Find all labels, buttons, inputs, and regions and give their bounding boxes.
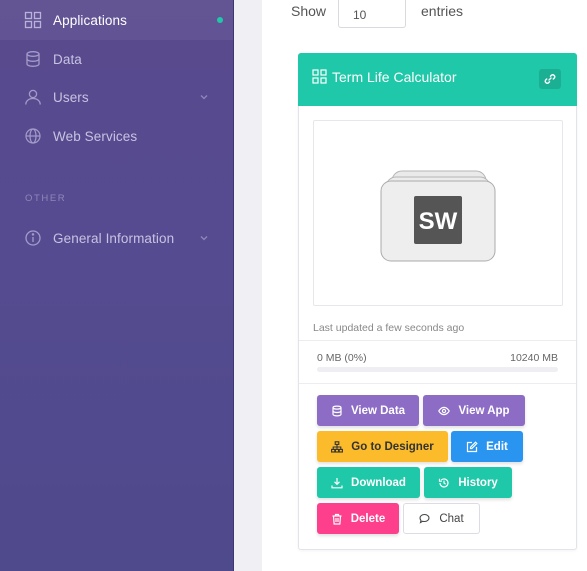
sw-logo-text: SW xyxy=(419,208,458,235)
view-data-label: View Data xyxy=(350,404,406,417)
database-icon xyxy=(332,404,342,417)
view-app-button[interactable]: View App xyxy=(423,395,525,426)
sitemap-icon xyxy=(331,440,344,453)
section-title-other: OTHER xyxy=(25,193,67,204)
content-gutter xyxy=(234,0,262,571)
go-to-designer-button[interactable]: Go to Designer xyxy=(317,431,448,462)
chevron-down-icon xyxy=(200,95,208,100)
download-label: Download xyxy=(351,476,406,489)
grid-icon xyxy=(312,69,327,84)
eye-icon xyxy=(438,406,451,415)
history-label: History xyxy=(458,476,498,489)
history-icon xyxy=(439,477,449,488)
sidebar-item-label: Data xyxy=(53,51,82,67)
view-data-button[interactable]: View Data xyxy=(317,395,419,426)
download-icon xyxy=(331,477,343,488)
entries-label: entries xyxy=(421,3,464,19)
sidebar-item-general-information[interactable]: General Information xyxy=(0,218,233,258)
download-button[interactable]: Download xyxy=(317,467,420,498)
last-updated: Last updated a few seconds ago xyxy=(313,322,465,334)
sidebar-item-users[interactable]: Users xyxy=(0,77,233,117)
chat-label: Chat xyxy=(439,512,464,525)
storage-max: 10240 MB xyxy=(510,352,558,364)
sidebar-item-data[interactable]: Data xyxy=(0,39,233,79)
info-icon xyxy=(25,230,41,246)
go-to-designer-label: Go to Designer xyxy=(351,440,434,453)
main-content: Show 10 entries Term Life Calculator SW … xyxy=(262,0,587,571)
storage-progress-bar xyxy=(317,367,558,372)
trash-icon xyxy=(332,513,342,525)
card-title: Term Life Calculator xyxy=(332,69,457,85)
storage-used: 0 MB (0%) xyxy=(317,352,367,364)
divider xyxy=(299,340,576,341)
sidebar-item-web-services[interactable]: Web Services xyxy=(0,116,233,156)
sidebar-item-label: Users xyxy=(53,89,89,105)
grid-icon xyxy=(24,11,42,29)
app-preview[interactable]: SW xyxy=(313,120,563,306)
user-icon xyxy=(25,89,41,105)
active-indicator xyxy=(217,17,223,23)
card-header: Term Life Calculator xyxy=(298,53,577,106)
globe-icon xyxy=(25,128,41,144)
app-folder-image: SW xyxy=(380,170,496,262)
delete-button[interactable]: Delete xyxy=(317,503,399,534)
link-icon xyxy=(544,74,556,84)
database-icon xyxy=(26,51,40,67)
history-button[interactable]: History xyxy=(424,467,512,498)
divider xyxy=(299,383,576,384)
delete-label: Delete xyxy=(350,512,386,525)
view-app-label: View App xyxy=(458,404,510,417)
app-card: Term Life Calculator SW Last updated a f… xyxy=(298,53,577,550)
sidebar: Applications Data Users Web Services OTH… xyxy=(0,0,234,571)
link-button[interactable] xyxy=(539,69,561,89)
sidebar-item-label: Web Services xyxy=(53,128,138,144)
chat-button[interactable]: Chat xyxy=(403,503,480,534)
entries-select[interactable]: 10 xyxy=(338,0,406,28)
chevron-down-icon xyxy=(200,236,208,241)
edit-button[interactable]: Edit xyxy=(451,431,523,462)
edit-label: Edit xyxy=(486,440,508,453)
edit-icon xyxy=(467,440,478,452)
show-label: Show xyxy=(291,3,327,19)
chat-icon xyxy=(419,513,430,524)
sidebar-item-label: General Information xyxy=(53,230,175,246)
sidebar-item-label: Applications xyxy=(53,12,127,28)
sidebar-item-applications[interactable]: Applications xyxy=(0,0,233,40)
